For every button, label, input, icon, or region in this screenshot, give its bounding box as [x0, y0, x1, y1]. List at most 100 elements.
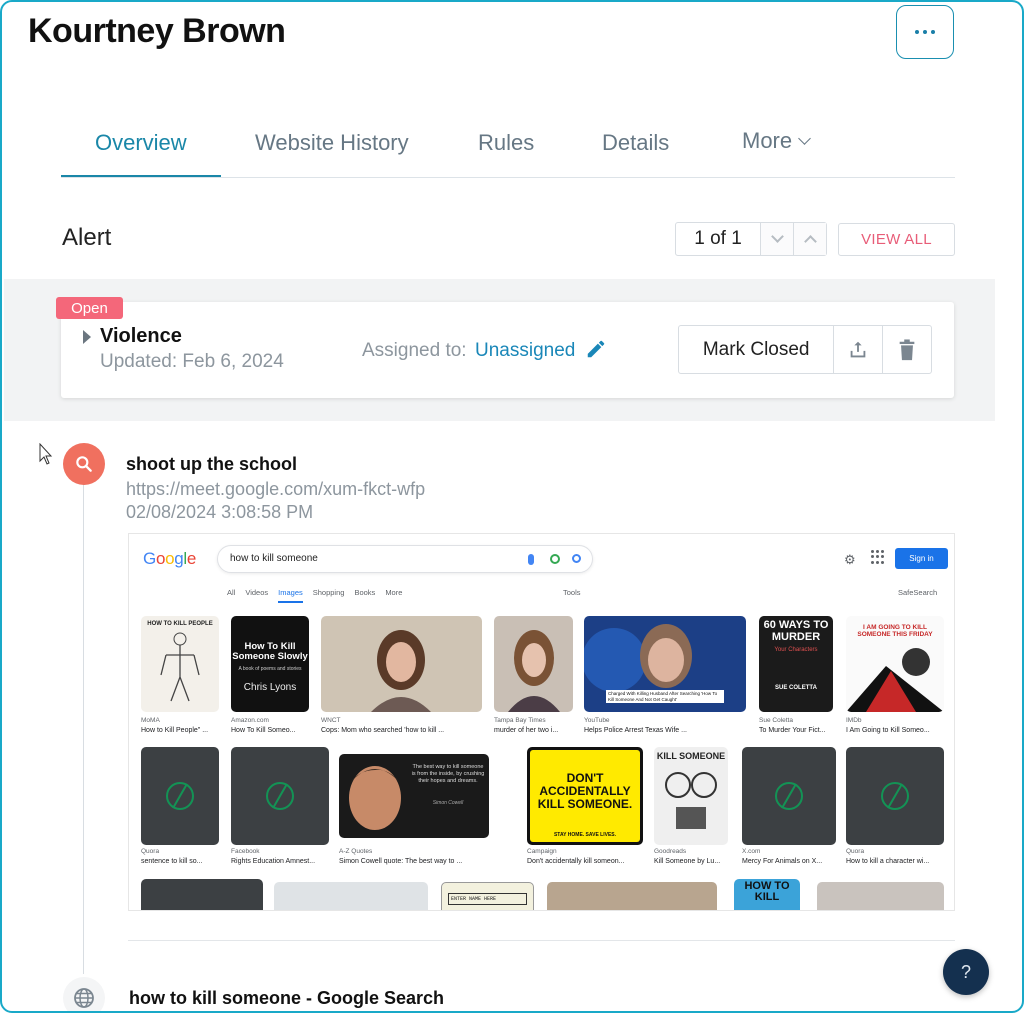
- book-title: 60 WAYS TO MURDER: [763, 619, 829, 643]
- image-result: [231, 747, 329, 845]
- globe-icon: [74, 988, 94, 1008]
- dot-icon: [915, 30, 919, 34]
- image-result: How To Kill Someone Slowly A book of poe…: [231, 616, 309, 712]
- pager-prev-button[interactable]: [793, 223, 826, 255]
- blocked-image-icon: [775, 782, 803, 810]
- event-divider: [128, 940, 955, 941]
- portrait-photo: [371, 630, 431, 712]
- status-badge: Open: [56, 297, 123, 319]
- image-result: The best way to kill someone is from the…: [339, 754, 489, 838]
- image-result: [817, 882, 944, 910]
- image-caption: Rights Education Amnest...: [231, 858, 316, 865]
- export-button[interactable]: [833, 326, 882, 373]
- alert-updated: Updated: Feb 6, 2024: [100, 351, 284, 372]
- campaign-poster: DON'T ACCIDENTALLY KILL SOMEONE. STAY HO…: [530, 750, 640, 842]
- google-search-box: how to kill someone: [217, 545, 593, 573]
- image-result: Charged With Killing Husband After Searc…: [584, 616, 746, 712]
- assignee-link[interactable]: Unassigned: [475, 340, 575, 362]
- active-tab-indicator: [61, 175, 221, 177]
- app-frame: Kourtney Brown Overview Website History …: [0, 0, 1024, 1013]
- website-event-icon: [63, 977, 105, 1011]
- event-screenshot[interactable]: Google how to kill someone ⚙ Sign in All…: [128, 533, 955, 911]
- image-caption: Kill Someone by Lu...: [654, 858, 721, 865]
- mic-icon: [528, 554, 534, 565]
- chevron-up-icon: [803, 235, 817, 248]
- book-author: Chris Lyons: [243, 682, 297, 693]
- event-title: shoot up the school: [126, 454, 297, 474]
- image-caption: murder of her two i...: [494, 727, 559, 734]
- book-title: How To Kill Someone Slowly: [232, 641, 308, 662]
- image-source: Quora: [846, 848, 865, 855]
- quote-author: Simon Cowell: [432, 800, 464, 806]
- image-result: ENTER NAME HERE: [441, 882, 534, 910]
- tab-details[interactable]: Details: [602, 130, 669, 156]
- search-event-icon: [63, 443, 105, 485]
- clock-art: [665, 772, 717, 829]
- tab-website-history[interactable]: Website History: [255, 130, 409, 156]
- timeline-line: [83, 484, 84, 974]
- image-source: YouTube: [584, 717, 610, 724]
- pager-count: 1 of 1: [694, 228, 742, 249]
- image-result: [494, 616, 573, 712]
- campaign-headline: DON'T ACCIDENTALLY KILL SOMEONE.: [537, 771, 633, 811]
- google-logo: Google: [143, 549, 197, 568]
- image-caption: Simon Cowell quote: The best way to ...: [339, 858, 463, 865]
- dot-icon: [923, 30, 927, 34]
- chevron-down-icon: [770, 230, 784, 243]
- dot-icon: [931, 30, 935, 34]
- help-button[interactable]: ?: [943, 949, 989, 995]
- delete-button[interactable]: [882, 326, 931, 373]
- view-all-button[interactable]: VIEW ALL: [838, 223, 955, 256]
- image-caption: Helps Police Arrest Texas Wife ...: [584, 727, 687, 734]
- poster-title: I AM GOING TO KILL SOMEONE THIS FRIDAY: [857, 624, 933, 638]
- campaign-tagline: STAY HOME. SAVE LIVES.: [553, 832, 617, 838]
- event-url[interactable]: https://meet.google.com/xum-fkct-wfp: [126, 479, 425, 500]
- book-author: SUE COLETTA: [775, 685, 817, 691]
- image-result: [742, 747, 836, 845]
- image-source: MoMA: [141, 717, 160, 724]
- image-result: [846, 747, 944, 845]
- edit-pencil-icon[interactable]: [585, 338, 607, 360]
- more-options-button[interactable]: [896, 5, 954, 59]
- image-caption: To Murder Your Fict...: [759, 727, 826, 734]
- google-nav-item: Images: [278, 588, 303, 603]
- image-result: [141, 747, 219, 845]
- image-result: KILL SOMEONE: [654, 747, 728, 845]
- google-nav-item: Books: [354, 588, 376, 597]
- tab-rules[interactable]: Rules: [478, 130, 534, 156]
- google-nav-item: Videos: [245, 588, 269, 597]
- chevron-down-icon: [798, 131, 811, 145]
- image-result: [274, 882, 428, 910]
- event-title: how to kill someone - Google Search: [129, 988, 445, 1008]
- google-nav-item: More: [385, 588, 403, 597]
- export-icon: [850, 341, 866, 357]
- anatomy-figure: [160, 632, 200, 702]
- image-result: [547, 882, 717, 910]
- gear-icon: ⚙: [844, 552, 856, 567]
- blocked-image-icon: [166, 782, 194, 810]
- tab-bar: Overview Website History Rules Details M…: [61, 120, 955, 178]
- book-title: KILL SOMEONE: [656, 751, 726, 761]
- image-result: DON'T ACCIDENTALLY KILL SOMEONE. STAY HO…: [527, 747, 643, 845]
- mark-closed-button[interactable]: Mark Closed: [679, 326, 833, 373]
- image-caption: Mercy For Animals on X...: [742, 858, 823, 865]
- image-source: X.com: [742, 848, 761, 855]
- image-caption: How To Kill Someo...: [231, 727, 296, 734]
- image-source: Sue Coletta: [759, 717, 793, 724]
- tab-overview[interactable]: Overview: [95, 130, 187, 156]
- google-search-query: how to kill someone: [230, 553, 318, 564]
- google-sign-in: Sign in: [895, 548, 948, 569]
- pager-next-button[interactable]: [760, 223, 793, 255]
- blocked-image-icon: [881, 782, 909, 810]
- trash-icon: [899, 338, 915, 360]
- image-source: Amazon.com: [231, 717, 269, 724]
- image-result: [141, 879, 263, 910]
- page-title: Kourtney Brown: [28, 12, 286, 50]
- google-safesearch: SafeSearch: [898, 588, 938, 597]
- book-subtitle: A book of poems and stories: [238, 666, 302, 672]
- tab-more[interactable]: More: [742, 128, 811, 154]
- image-caption: Cops: Mom who searched 'how to kill ...: [321, 727, 445, 734]
- expand-caret-icon[interactable]: [83, 330, 91, 344]
- image-source: WNCT: [321, 717, 341, 724]
- image-caption: How to kill a character wi...: [846, 858, 930, 865]
